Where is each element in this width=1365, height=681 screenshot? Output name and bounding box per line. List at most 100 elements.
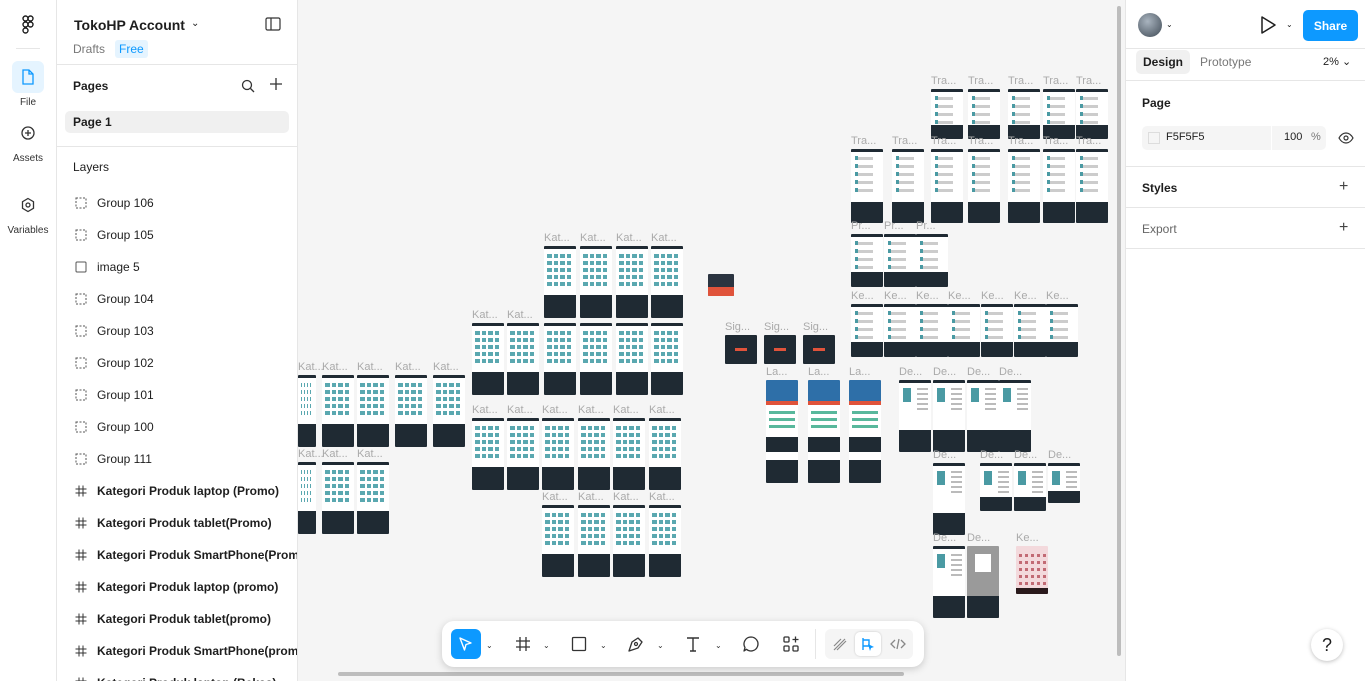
canvas-frame-label[interactable]: Tra... <box>968 135 993 147</box>
rail-item-assets[interactable]: Assets <box>0 117 56 164</box>
canvas-frame-label[interactable]: Kat... <box>578 404 604 416</box>
canvas-frame[interactable] <box>298 462 316 534</box>
canvas-frame-label[interactable]: Tra... <box>1076 135 1101 147</box>
canvas-frame-label[interactable]: Kat... <box>357 448 383 460</box>
text-tool-button[interactable] <box>680 629 706 659</box>
canvas-frame-label[interactable]: Ke... <box>1016 532 1039 544</box>
add-export-icon[interactable]: + <box>1339 220 1348 236</box>
canvas-frame[interactable] <box>1008 89 1040 139</box>
canvas-frame[interactable] <box>851 304 883 357</box>
canvas-frame-label[interactable]: Kat... <box>649 491 675 503</box>
canvas-frame-label[interactable]: Tra... <box>1008 75 1033 87</box>
canvas-frame-label[interactable]: De... <box>933 366 956 378</box>
chevron-down-icon[interactable]: ⌄ <box>1166 20 1173 29</box>
canvas-frame-label[interactable]: Tra... <box>968 75 993 87</box>
canvas-frame-label[interactable]: Sig... <box>803 321 828 333</box>
layer-item[interactable]: Kategori Produk laptop (Promo) <box>57 475 297 507</box>
canvas[interactable]: Kat... Kat... Kat... Kat... Kat... Kat... Kat.… <box>298 0 1125 681</box>
canvas-frame[interactable] <box>892 149 924 223</box>
canvas-frame-label[interactable]: Kat... <box>298 448 324 460</box>
canvas-frame-label[interactable]: La... <box>849 366 870 378</box>
canvas-frame[interactable] <box>322 375 354 447</box>
canvas-frame[interactable] <box>766 380 798 483</box>
layer-item[interactable]: Group 104 <box>57 283 297 315</box>
canvas-frame[interactable] <box>808 380 840 483</box>
canvas-frame[interactable] <box>948 304 980 357</box>
canvas-frame-label[interactable]: Ke... <box>1014 290 1037 302</box>
canvas-frame[interactable] <box>651 246 683 318</box>
canvas-frame-label[interactable]: Tra... <box>892 135 917 147</box>
canvas-frame[interactable] <box>616 246 648 318</box>
canvas-frame[interactable] <box>1043 149 1075 223</box>
canvas-frame-label[interactable]: De... <box>933 449 956 461</box>
canvas-frame[interactable] <box>1046 304 1078 357</box>
canvas-frame-label[interactable]: Tra... <box>1043 135 1068 147</box>
canvas-frame-label[interactable]: Kat... <box>544 232 570 244</box>
canvas-frame-label[interactable]: De... <box>967 532 990 544</box>
add-style-icon[interactable]: + <box>1339 179 1348 195</box>
canvas-frame[interactable] <box>899 380 931 452</box>
canvas-frame-label[interactable]: Ke... <box>981 290 1004 302</box>
canvas-frame[interactable] <box>1014 304 1046 357</box>
canvas-frame-label[interactable]: Kat... <box>472 404 498 416</box>
canvas-frame-label[interactable]: Tra... <box>931 135 956 147</box>
canvas-frame[interactable] <box>931 149 963 223</box>
canvas-frame[interactable] <box>931 89 963 139</box>
canvas-frame-label[interactable]: Kat... <box>322 448 348 460</box>
frame-tool-button[interactable] <box>510 629 536 659</box>
canvas-frame-label[interactable]: De... <box>1048 449 1071 461</box>
chevron-down-icon[interactable]: ⌄ <box>1286 20 1293 29</box>
page-item-page-1[interactable]: Page 1 <box>65 111 289 133</box>
canvas-frame[interactable] <box>933 463 965 535</box>
canvas-frame[interactable] <box>613 418 645 490</box>
canvas-frame[interactable] <box>884 234 916 287</box>
canvas-frame-label[interactable]: Kat... <box>507 404 533 416</box>
page-background-field[interactable]: F5F5F5 100 % <box>1142 126 1326 150</box>
canvas-frame-label[interactable]: De... <box>933 532 956 544</box>
canvas-frame[interactable] <box>649 505 681 577</box>
share-button[interactable]: Share <box>1303 10 1358 41</box>
canvas-frame-label[interactable]: Ke... <box>1046 290 1069 302</box>
pen-tool-button[interactable] <box>623 629 649 659</box>
canvas-frame[interactable] <box>1076 149 1108 223</box>
canvas-frame[interactable] <box>725 335 757 364</box>
canvas-frame[interactable] <box>472 323 504 395</box>
chevron-down-icon[interactable]: ⌄ <box>657 641 664 650</box>
canvas-frame-label[interactable]: Tra... <box>1076 75 1101 87</box>
canvas-frame-label[interactable]: Tra... <box>931 75 956 87</box>
canvas-frame[interactable] <box>322 462 354 534</box>
canvas-frame[interactable] <box>916 234 948 287</box>
canvas-frame[interactable] <box>708 274 734 296</box>
layer-item[interactable]: Kategori Produk laptop (promo) <box>57 571 297 603</box>
layer-item[interactable]: Kategori Produk laptop (Bekas) <box>57 667 297 681</box>
canvas-frame-label[interactable]: Kat... <box>542 491 568 503</box>
sidebar-toggle-icon[interactable] <box>265 17 281 31</box>
canvas-frame-label[interactable]: La... <box>766 366 787 378</box>
canvas-frame-label[interactable]: Kat... <box>357 361 383 373</box>
layer-item[interactable]: Kategori Produk tablet(Promo) <box>57 507 297 539</box>
help-button[interactable]: ? <box>1311 629 1343 661</box>
layer-item[interactable]: image 5 <box>57 251 297 283</box>
play-icon[interactable] <box>1259 15 1277 35</box>
canvas-frame[interactable] <box>616 323 648 395</box>
layer-item[interactable]: Group 101 <box>57 379 297 411</box>
zoom-level[interactable]: 2% ⌄ <box>1323 55 1351 68</box>
shape-tool-button[interactable] <box>566 629 592 659</box>
canvas-frame[interactable] <box>544 323 576 395</box>
canvas-frame-label[interactable]: Kat... <box>580 232 606 244</box>
canvas-frame-label[interactable]: Sig... <box>725 321 750 333</box>
canvas-frame[interactable] <box>933 546 965 618</box>
file-title[interactable]: TokoHP Account <box>74 17 185 33</box>
canvas-frame-label[interactable]: De... <box>899 366 922 378</box>
canvas-frame[interactable] <box>357 462 389 534</box>
layer-item[interactable]: Kategori Produk SmartPhone(promo) <box>57 635 297 667</box>
canvas-frame[interactable] <box>849 380 881 483</box>
canvas-frame-label[interactable]: Kat... <box>507 309 533 321</box>
canvas-frame-label[interactable]: Kat... <box>578 491 604 503</box>
canvas-frame-label[interactable]: Kat... <box>613 491 639 503</box>
canvas-frame-label[interactable]: Kat... <box>298 361 324 373</box>
canvas-frame-label[interactable]: De... <box>967 366 990 378</box>
canvas-frame-label[interactable]: Sig... <box>764 321 789 333</box>
canvas-frame[interactable] <box>507 418 539 490</box>
canvas-frame-label[interactable]: Kat... <box>395 361 421 373</box>
